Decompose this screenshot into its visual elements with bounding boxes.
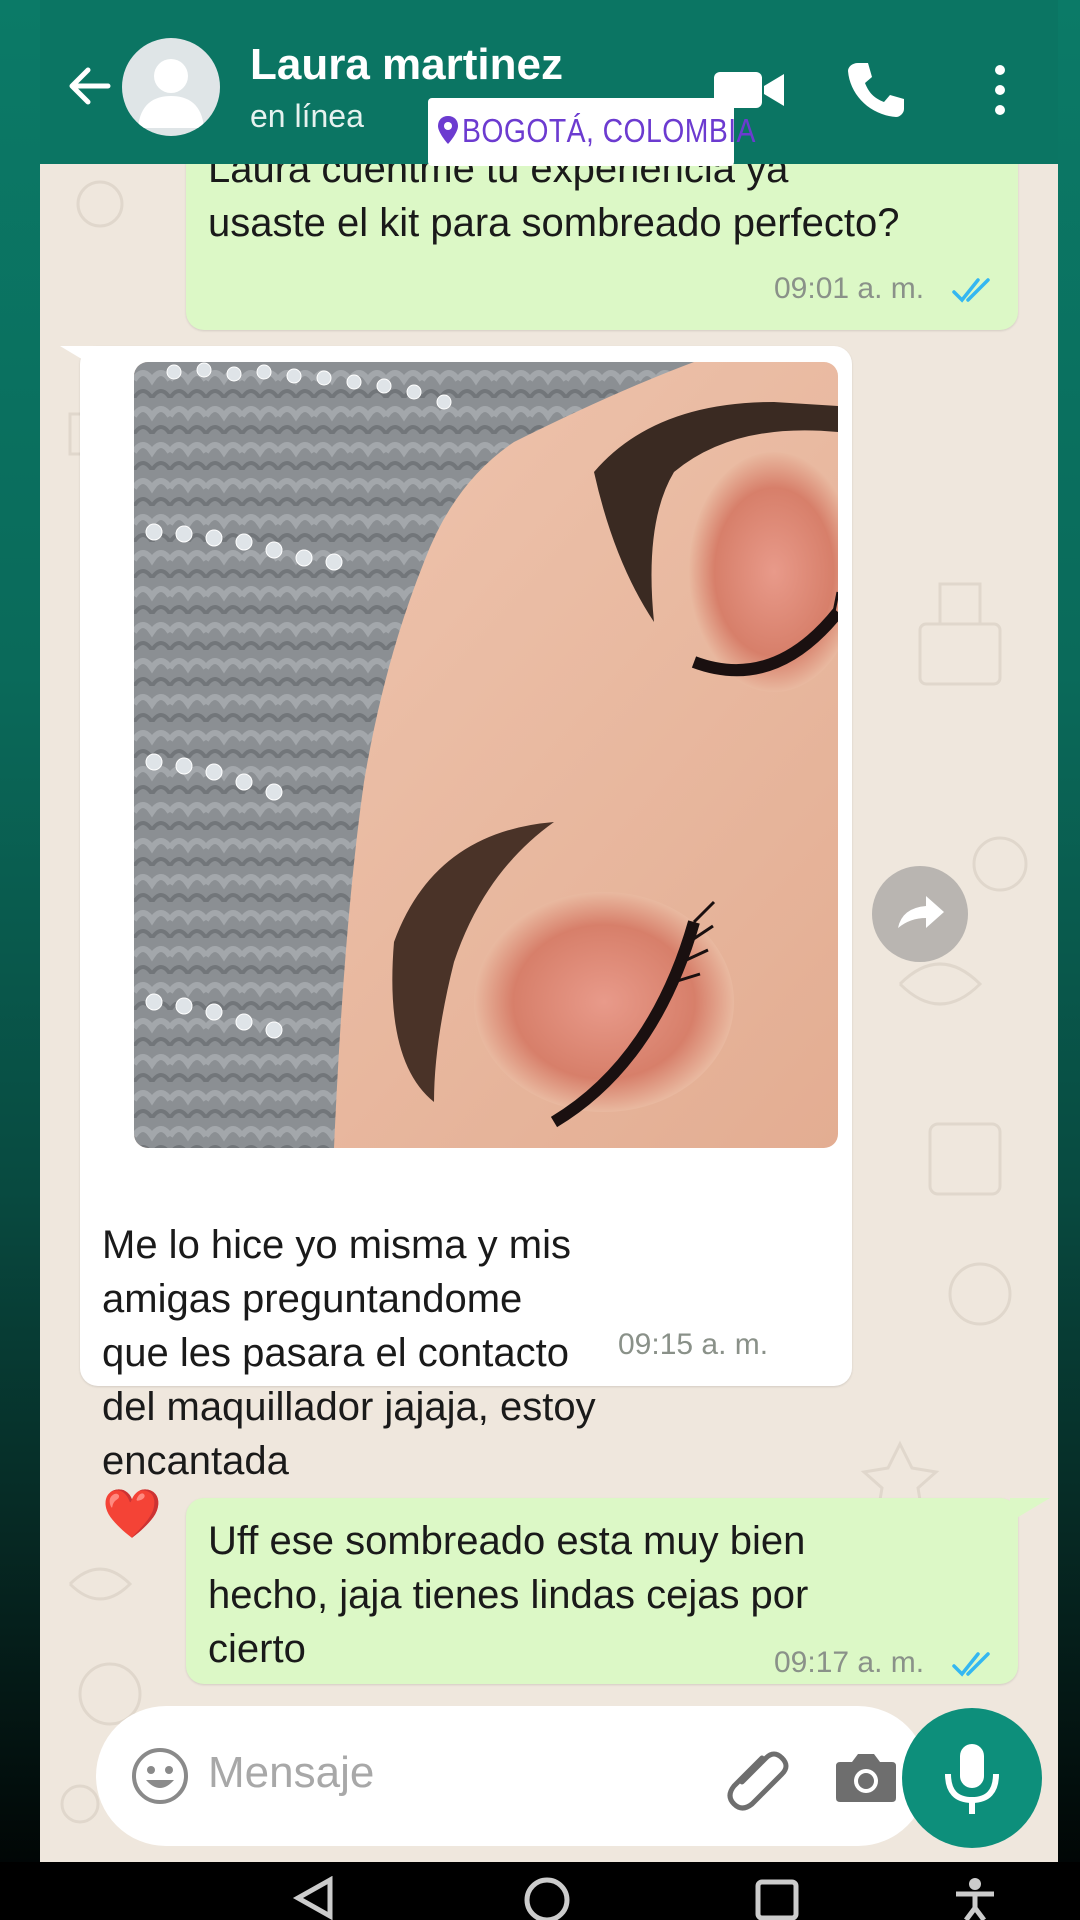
bubble-tail — [60, 346, 100, 370]
voice-message-button[interactable] — [902, 1708, 1042, 1848]
location-pin-icon — [438, 116, 458, 144]
message-text: Laura cuentme tu experiencia ya usaste e… — [208, 164, 900, 245]
message-input-bar: Mensaje — [96, 1706, 928, 1846]
shared-photo[interactable] — [134, 362, 838, 1148]
caption-text: Me lo hice yo misma y mis amigas pregunt… — [102, 1223, 596, 1483]
chat-area[interactable]: Laura cuentme tu experiencia ya usaste e… — [40, 164, 1058, 1862]
contact-name[interactable]: Laura martinez — [250, 40, 563, 90]
forward-arrow-icon — [898, 896, 944, 928]
back-arrow-icon[interactable] — [62, 58, 118, 114]
message-time: 09:17 a. m. — [774, 1646, 925, 1679]
avatar[interactable] — [122, 38, 220, 136]
attach-icon[interactable] — [722, 1742, 792, 1812]
camera-icon[interactable] — [834, 1746, 898, 1806]
system-navigation-bar — [0, 1862, 1080, 1920]
avatar-placeholder-icon — [138, 59, 204, 128]
location-sticker: BOGOTÁ, COLOMBIA — [428, 98, 755, 166]
location-text: BOGOTÁ, COLOMBIA — [462, 112, 756, 149]
read-receipt-icon — [952, 278, 990, 303]
nav-recents-icon[interactable] — [752, 1876, 802, 1920]
accessibility-icon[interactable] — [950, 1876, 1000, 1920]
more-vert-icon[interactable] — [985, 60, 1015, 120]
nav-back-icon[interactable] — [290, 1876, 340, 1920]
phone-icon[interactable] — [840, 55, 910, 125]
phone-screen: Laura martinez en línea Laura cuentme tu… — [40, 0, 1058, 1862]
forward-button[interactable] — [872, 866, 968, 962]
message-time: 09:15 a. m. — [618, 1328, 769, 1361]
nav-home-icon[interactable] — [522, 1876, 572, 1920]
read-receipt-icon — [952, 1652, 990, 1677]
message-time: 09:01 a. m. — [774, 272, 925, 305]
contact-status: en línea — [250, 98, 364, 134]
microphone-icon — [945, 1744, 999, 1814]
heart-emoji: ❤️ — [102, 1488, 162, 1541]
message-input[interactable]: Mensaje — [208, 1748, 374, 1798]
bubble-tail — [1010, 1498, 1050, 1522]
emoji-icon[interactable] — [130, 1746, 190, 1806]
